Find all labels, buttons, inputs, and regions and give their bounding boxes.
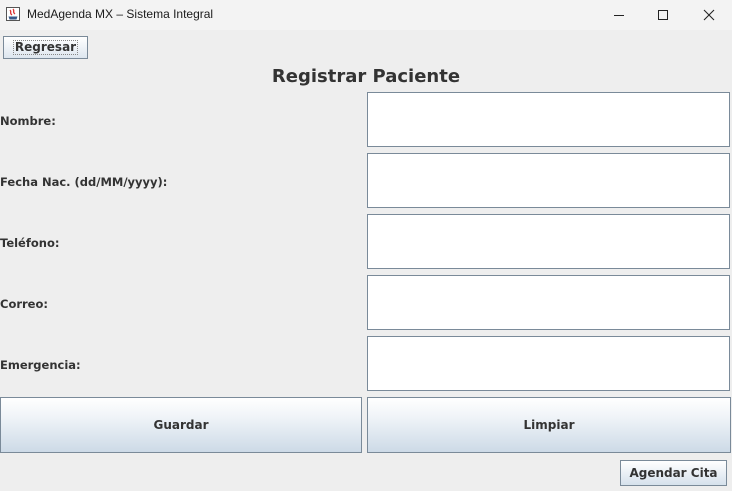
close-button[interactable] bbox=[686, 0, 732, 30]
field-label-emergencia: Emergencia: bbox=[0, 358, 81, 372]
minimize-icon bbox=[614, 15, 624, 16]
telefono-input[interactable] bbox=[367, 214, 730, 269]
window-content: Regresar Registrar Paciente Nombre: Fech… bbox=[0, 30, 732, 491]
maximize-icon bbox=[658, 10, 668, 20]
clear-button-label: Limpiar bbox=[523, 418, 575, 432]
minimize-button[interactable] bbox=[596, 0, 642, 30]
fecha-nac-input[interactable] bbox=[367, 153, 730, 208]
schedule-appointment-button[interactable]: Agendar Cita bbox=[620, 460, 727, 486]
back-button[interactable]: Regresar bbox=[3, 36, 88, 59]
page-title: Registrar Paciente bbox=[271, 66, 461, 87]
save-button[interactable]: Guardar bbox=[0, 397, 362, 453]
emergencia-input[interactable] bbox=[367, 336, 730, 391]
window-titlebar: MedAgenda MX – Sistema Integral bbox=[0, 0, 732, 30]
window-title: MedAgenda MX – Sistema Integral bbox=[27, 7, 214, 21]
back-button-label: Regresar bbox=[12, 40, 79, 55]
clear-button[interactable]: Limpiar bbox=[367, 397, 731, 453]
java-app-icon bbox=[6, 7, 20, 21]
maximize-button[interactable] bbox=[640, 0, 686, 30]
correo-input[interactable] bbox=[367, 275, 730, 330]
field-label-fecha-nac: Fecha Nac. (dd/MM/yyyy): bbox=[0, 175, 168, 189]
schedule-appointment-label: Agendar Cita bbox=[629, 466, 718, 480]
close-icon bbox=[703, 9, 715, 21]
field-label-correo: Correo: bbox=[0, 297, 48, 311]
nombre-input[interactable] bbox=[367, 92, 730, 147]
field-label-telefono: Teléfono: bbox=[0, 236, 60, 250]
save-button-label: Guardar bbox=[153, 418, 209, 432]
field-label-nombre: Nombre: bbox=[0, 114, 56, 128]
